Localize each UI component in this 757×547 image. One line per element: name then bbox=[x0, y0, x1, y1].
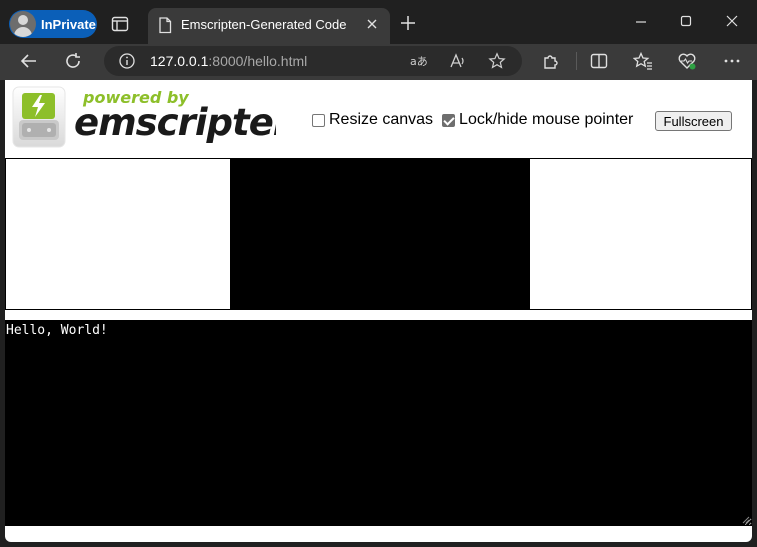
inprivate-label: InPrivate bbox=[41, 16, 96, 32]
browser-toolbar: 127.0.0.1:8000/hello.html aあ bbox=[0, 44, 757, 80]
tab-title: Emscripten-Generated Code bbox=[181, 17, 347, 32]
tab-active[interactable]: Emscripten-Generated Code bbox=[148, 8, 390, 44]
translate-icon[interactable]: aあ bbox=[409, 52, 427, 70]
url-text: 127.0.0.1:8000/hello.html bbox=[150, 53, 307, 69]
toolbar-separator bbox=[576, 52, 577, 70]
tab-actions-icon[interactable] bbox=[111, 15, 129, 33]
lock-pointer-control[interactable]: Lock/hide mouse pointer bbox=[442, 111, 633, 129]
extensions-icon[interactable] bbox=[541, 51, 561, 71]
new-tab-icon[interactable] bbox=[399, 14, 417, 32]
favorites-icon[interactable] bbox=[633, 51, 653, 71]
fullscreen-button[interactable]: Fullscreen bbox=[655, 111, 732, 131]
close-tab-icon[interactable] bbox=[364, 16, 380, 32]
emscripten-canvas[interactable] bbox=[230, 159, 530, 309]
resize-canvas-label: Resize canvas bbox=[329, 111, 434, 128]
browser-window: InPrivate Emscripten-Generated Code 127.… bbox=[0, 0, 757, 547]
maximize-icon[interactable] bbox=[678, 13, 694, 29]
resize-canvas-control[interactable]: Resize canvas bbox=[312, 111, 433, 129]
lock-pointer-label: Lock/hide mouse pointer bbox=[459, 111, 634, 128]
resize-grip-icon[interactable] bbox=[742, 516, 750, 524]
close-window-icon[interactable] bbox=[724, 13, 740, 29]
resize-canvas-checkbox[interactable] bbox=[312, 113, 325, 127]
svg-text:aあ: aあ bbox=[410, 55, 427, 68]
site-info-icon[interactable] bbox=[118, 52, 136, 70]
document-icon bbox=[159, 17, 172, 34]
refresh-icon[interactable] bbox=[63, 51, 83, 71]
page-viewport: powered by emscripten Resize canvas Lock… bbox=[5, 80, 752, 542]
read-aloud-icon[interactable] bbox=[449, 52, 467, 70]
emscripten-logo: powered by emscripten bbox=[12, 86, 276, 148]
split-screen-icon[interactable] bbox=[589, 51, 609, 71]
minimize-icon[interactable] bbox=[633, 14, 649, 30]
browser-essentials-icon[interactable] bbox=[677, 51, 697, 71]
url-host: 127.0.0.1 bbox=[150, 53, 209, 69]
url-path: :8000/hello.html bbox=[208, 53, 308, 69]
lock-pointer-checkbox[interactable] bbox=[442, 113, 456, 127]
output-console[interactable]: Hello, World! bbox=[5, 320, 752, 526]
inprivate-badge[interactable]: InPrivate bbox=[9, 10, 97, 38]
logo-wordmark: emscripten bbox=[74, 101, 276, 144]
address-bar[interactable]: 127.0.0.1:8000/hello.html aあ bbox=[104, 46, 522, 76]
canvas-container bbox=[5, 158, 752, 310]
profile-avatar-icon bbox=[10, 11, 36, 37]
favorite-star-icon[interactable] bbox=[488, 52, 506, 70]
back-arrow-icon[interactable] bbox=[19, 51, 39, 71]
canvas-controls: Resize canvas Lock/hide mouse pointer bbox=[312, 111, 642, 129]
more-options-icon[interactable] bbox=[722, 51, 742, 71]
page-header: powered by emscripten Resize canvas Lock… bbox=[5, 80, 752, 158]
tab-bar: InPrivate Emscripten-Generated Code bbox=[0, 0, 757, 44]
